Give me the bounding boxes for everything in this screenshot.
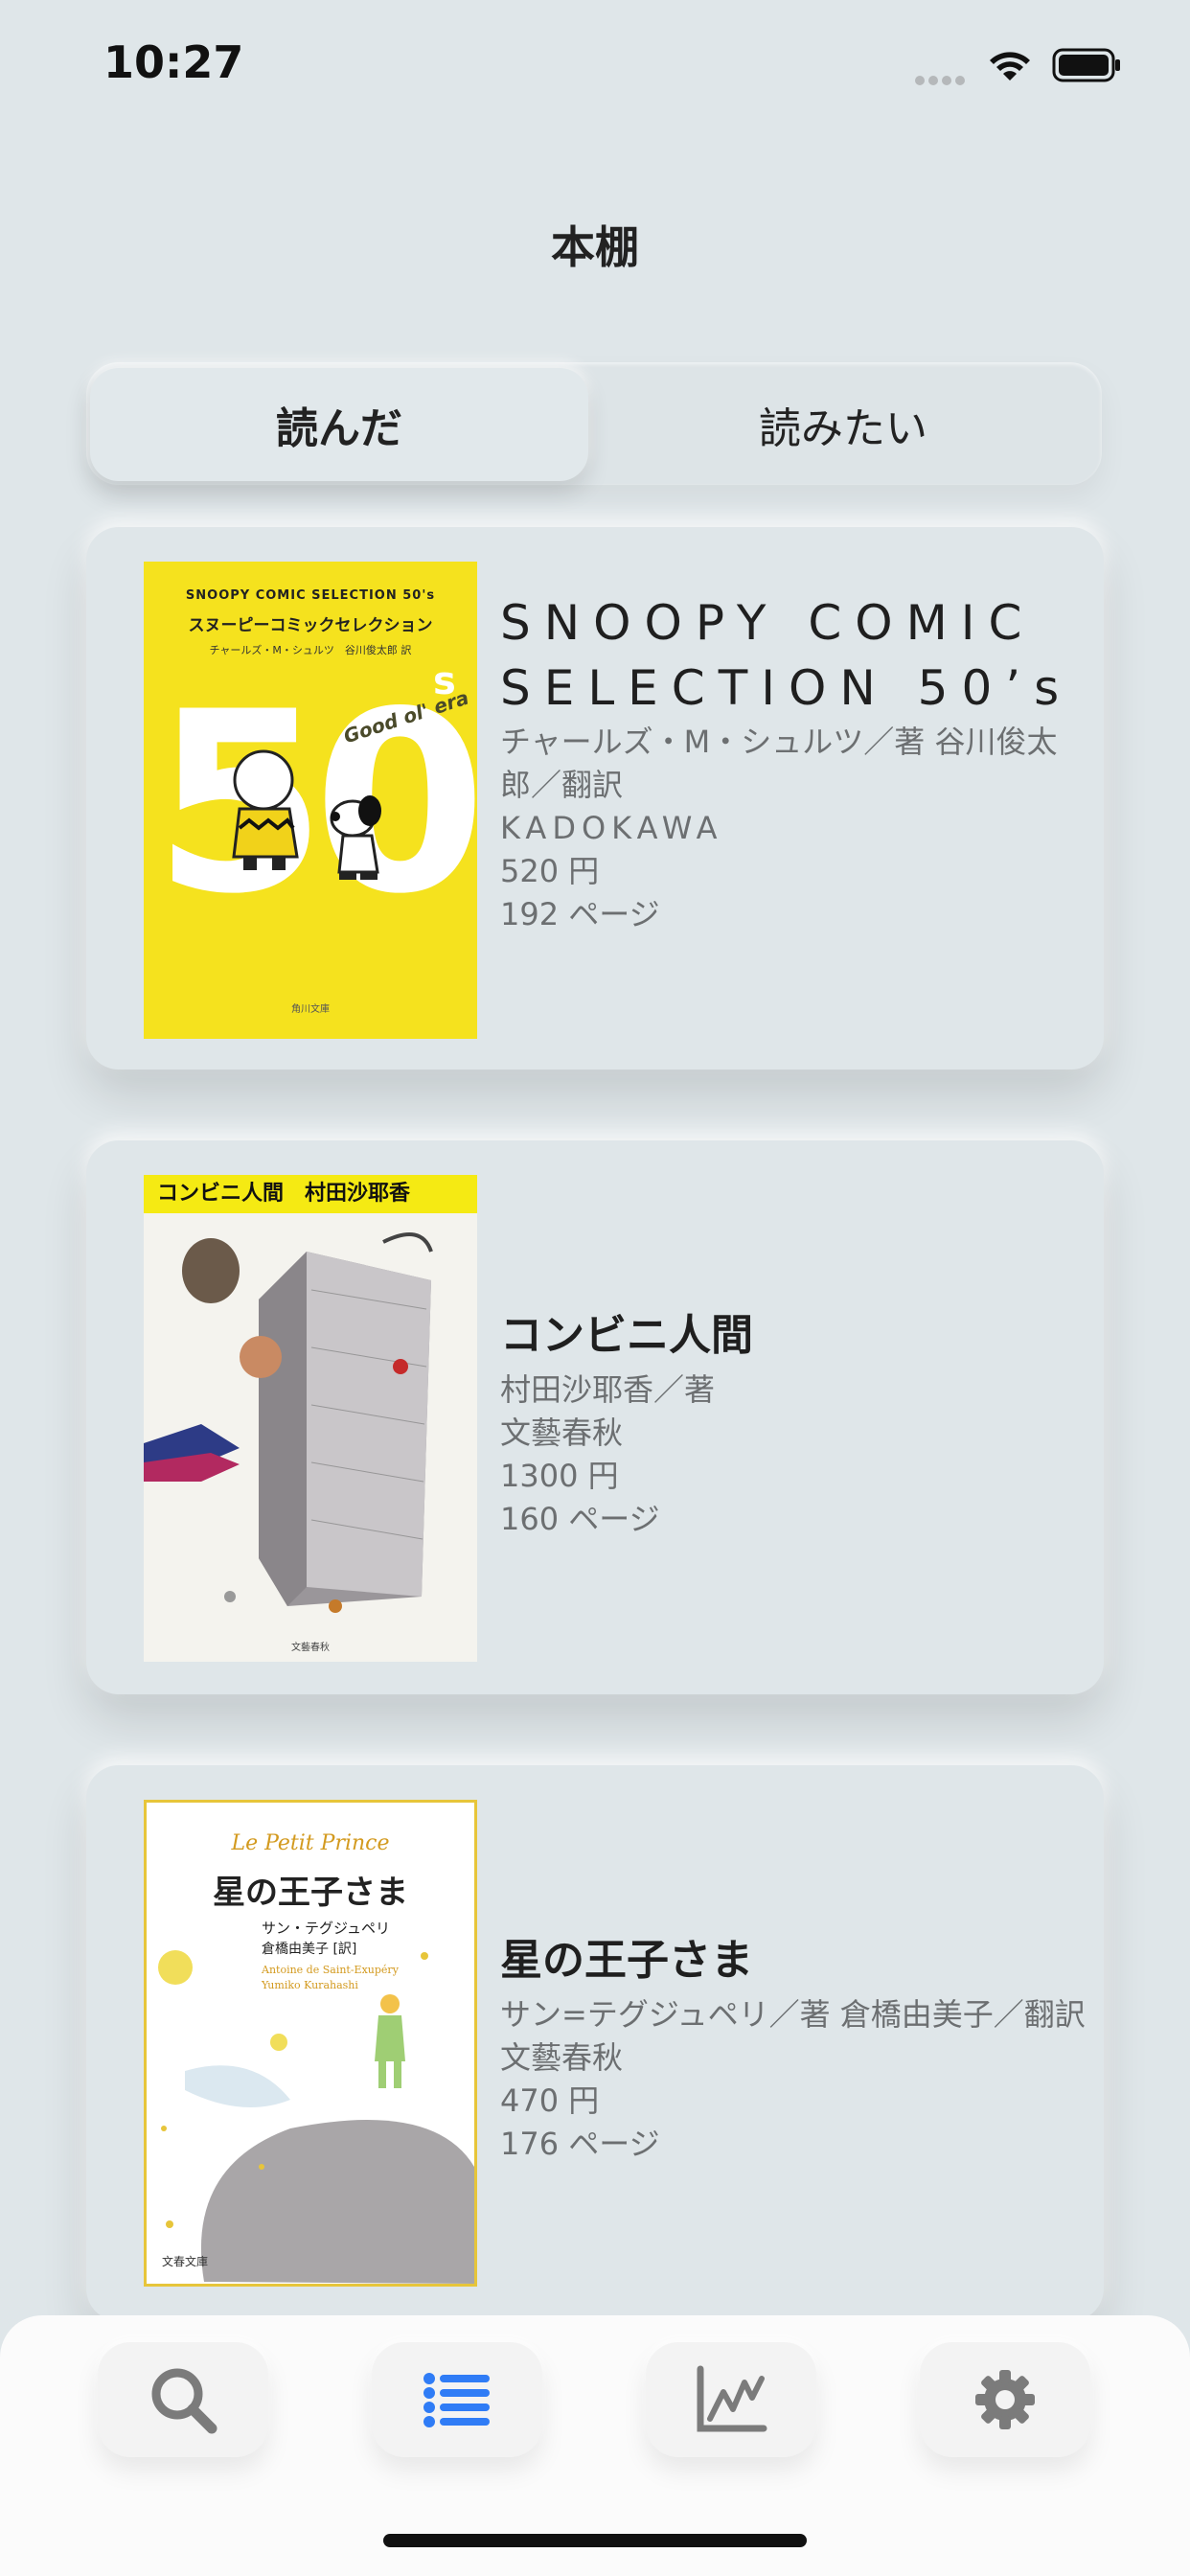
book-author: チャールズ・M・シュルツ／著 谷川俊太郎／翻訳 [500,724,1058,803]
book-price: 520 円 [500,853,600,889]
book-card[interactable]: Le Petit Prince 星の王子さま サン・テグジュペリ 倉橋由美子 [… [86,1765,1104,2321]
book-publisher: 文藝春秋 [500,1414,624,1451]
status-time: 10:27 [103,36,244,88]
book-title: 星の王子さま [500,1936,753,1985]
cover-text: 角川文庫 [291,1004,330,1015]
book-card[interactable]: SNOOPY COMIC SELECTION 50's スヌーピーコミックセレク… [86,527,1104,1070]
chart-icon [697,2365,767,2432]
snoopy-illustration [330,795,381,880]
book-pages: 160 ページ [500,1501,660,1537]
tab-bookshelf-list[interactable] [372,2342,542,2457]
little-prince-illustration [158,1950,474,2284]
gear-icon [975,2370,1035,2429]
charlie-brown-illustration [232,749,299,870]
book-author: サン=テグジュペリ／著 倉橋由美子／翻訳 [500,1996,1086,2033]
cover-text: 星の王子さま [213,1874,408,1912]
book-cover-petit-prince: Le Petit Prince 星の王子さま サン・テグジュペリ 倉橋由美子 [… [144,1800,477,2287]
book-price: 1300 円 [500,1458,619,1494]
page-title: 本棚 [551,221,639,273]
wifi-icon [990,52,1030,80]
building-illustration [144,1232,433,1613]
signal-icon [915,71,969,89]
book-author: 村田沙耶香／著 [500,1371,716,1408]
book-price: 470 円 [500,2082,600,2119]
book-cover-snoopy: SNOOPY COMIC SELECTION 50's スヌーピーコミックセレク… [144,562,477,1039]
cover-text: SNOOPY COMIC SELECTION 50's [185,588,436,603]
book-cover-konbini: コンビニ人間 村田沙耶香 文藝春秋 [144,1175,477,1662]
cover-text: 文春文庫 [162,2255,209,2268]
book-card[interactable]: コンビニ人間 村田沙耶香 文藝春秋 コンビニ人間 村田沙耶香／著 文藝春秋 13… [86,1140,1104,1694]
cover-text: スヌーピーコミックセレクション [188,616,433,635]
book-publisher: 文藝春秋 [500,2039,624,2076]
book-title: SNOOPY COMIC SELECTION 50’s [500,595,1073,716]
book-info: SNOOPY COMIC SELECTION 50’s チャールズ・M・シュルツ… [500,590,1075,936]
tab-settings[interactable] [920,2342,1090,2457]
cover-text: 文藝春秋 [291,1643,330,1653]
tab-search[interactable] [98,2342,268,2457]
cover-text: コンビニ人間 村田沙耶香 [144,1175,477,1213]
book-pages: 176 ページ [500,2126,660,2162]
search-icon [151,2368,217,2434]
book-pages: 192 ページ [500,896,660,932]
book-title: コンビニ人間 [500,1311,753,1360]
tab-read[interactable]: 読んだ [90,368,588,481]
segmented-control: 読んだ 読みたい [86,362,1102,485]
book-info: コンビニ人間 村田沙耶香／著 文藝春秋 1300 円 160 ページ [500,1303,1075,1541]
battery-icon [1052,48,1120,82]
list-icon [423,2373,490,2427]
cover-text: Le Petit Prince [231,1831,390,1855]
book-publisher: KADOKAWA [500,810,723,846]
cover-text: サン・テグジュペリ [262,1920,390,1937]
tab-want-to-read[interactable]: 読みたい [594,368,1092,481]
book-info: 星の王子さま サン=テグジュペリ／著 倉橋由美子／翻訳 文藝春秋 470 円 1… [500,1928,1086,2166]
home-indicator [383,2534,807,2547]
status-bar: 10:27 [0,0,1190,134]
tab-statistics[interactable] [646,2342,816,2457]
cover-text: チャールズ・M・シュルツ 谷川俊太郎 訳 [209,644,412,656]
